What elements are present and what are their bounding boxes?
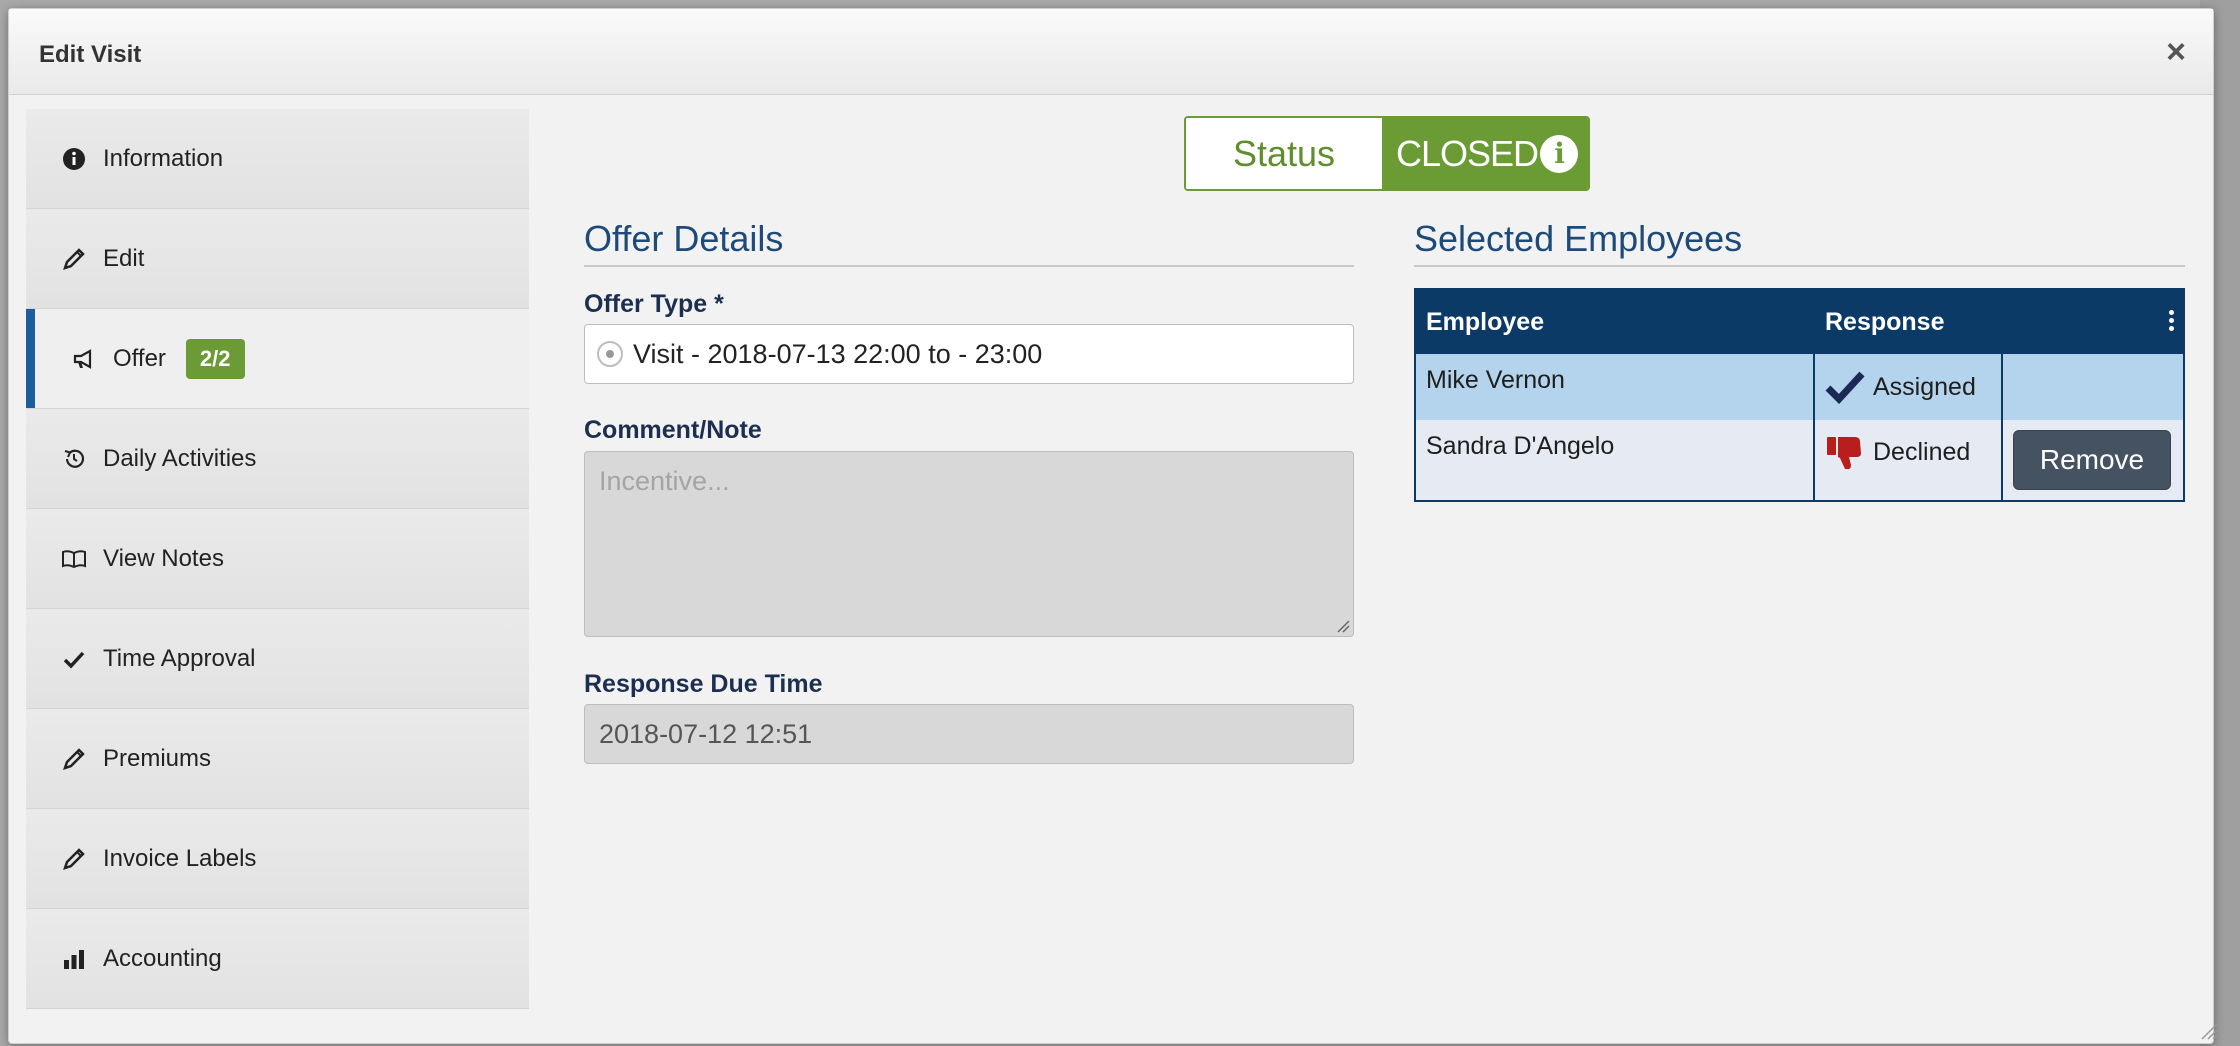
table-row[interactable]: Mike Vernon Assigned — [1416, 354, 2183, 420]
sidebar-item-label: Premiums — [103, 744, 212, 772]
sidebar-item-label: Daily Activities — [103, 444, 257, 472]
sidebar-item-label: Offer — [113, 344, 166, 372]
employee-name: Mike Vernon — [1416, 354, 1815, 420]
pencil-icon — [61, 746, 87, 772]
employees-table: Employee Response Mike Vernon Assigned S… — [1414, 288, 2185, 502]
history-icon — [61, 446, 87, 472]
sidebar-item-daily-activities[interactable]: Daily Activities — [26, 409, 529, 509]
sidebar-item-label: Invoice Labels — [103, 844, 257, 872]
comment-placeholder: Incentive... — [599, 466, 730, 496]
remove-button[interactable]: Remove — [2013, 430, 2171, 490]
megaphone-icon — [71, 346, 97, 372]
offer-type-field[interactable]: Visit - 2018-07-13 22:00 to - 23:00 — [584, 324, 1354, 384]
offer-type-value: Visit - 2018-07-13 22:00 to - 23:00 — [633, 338, 1043, 369]
info-circle-icon — [61, 146, 87, 172]
response-text: Assigned — [1873, 372, 1976, 401]
sidebar-item-view-notes[interactable]: View Notes — [26, 509, 529, 609]
sidebar-item-information[interactable]: Information — [26, 109, 529, 209]
sidebar-item-label: Edit — [103, 244, 145, 272]
sidebar-item-label: Information — [103, 144, 224, 172]
response-text: Declined — [1873, 438, 1971, 466]
sidebar-item-label: Time Approval — [103, 644, 256, 672]
sidebar-item-accounting[interactable]: Accounting — [26, 909, 529, 1009]
due-time-label: Response Due Time — [584, 670, 823, 698]
action-cell — [2003, 354, 2183, 420]
sidebar-item-edit[interactable]: Edit — [26, 209, 529, 309]
sidebar-item-label: View Notes — [103, 544, 224, 572]
comment-textarea[interactable]: Incentive... — [584, 451, 1354, 637]
close-button[interactable]: × — [2161, 35, 2191, 69]
resize-handle-icon[interactable] — [1336, 619, 1350, 633]
radio-icon[interactable] — [597, 341, 623, 367]
selected-employees-divider — [1414, 265, 2185, 267]
sidebar-item-premiums[interactable]: Premiums — [26, 709, 529, 809]
table-header: Employee Response — [1416, 290, 2183, 354]
due-time-field[interactable]: 2018-07-12 12:51 — [584, 704, 1354, 764]
employee-name: Sandra D'Angelo — [1416, 420, 1815, 500]
response-cell: Assigned — [1815, 354, 2003, 420]
action-cell: Remove — [2003, 420, 2183, 500]
column-menu[interactable] — [2003, 290, 2183, 354]
modal-header: Edit Visit × — [9, 9, 2213, 95]
column-header-employee[interactable]: Employee — [1416, 290, 1815, 354]
offer-details-title: Offer Details — [584, 218, 784, 259]
table-row[interactable]: Sandra D'Angelo Declined Remove — [1416, 420, 2183, 500]
status-label: Status — [1186, 118, 1382, 189]
column-header-response[interactable]: Response — [1815, 290, 2003, 354]
thumbs-down-icon — [1825, 434, 1865, 470]
sidebar-item-offer[interactable]: Offer 2/2 — [26, 309, 529, 409]
checkmark-icon — [61, 646, 87, 672]
kebab-menu-icon[interactable] — [2169, 310, 2175, 331]
status-indicator: Status CLOSED i — [1184, 116, 1590, 191]
checkmark-icon — [1825, 369, 1865, 405]
bar-chart-icon — [61, 946, 87, 972]
book-icon — [61, 546, 87, 572]
offer-count-badge: 2/2 — [185, 338, 245, 379]
offer-type-label: Offer Type * — [584, 290, 724, 318]
pencil-icon — [61, 246, 87, 272]
response-cell: Declined — [1815, 420, 2003, 500]
pencil-icon — [61, 846, 87, 872]
selected-employees-title: Selected Employees — [1414, 218, 1743, 259]
modal-title: Edit Visit — [39, 41, 142, 68]
status-value[interactable]: CLOSED i — [1382, 118, 1588, 189]
sidebar: Information Edit Offer 2/2 Daily Activit… — [26, 109, 529, 1009]
sidebar-item-label: Accounting — [103, 944, 222, 972]
modal-resize-handle-icon[interactable] — [2200, 1022, 2218, 1040]
status-value-text: CLOSED — [1396, 132, 1539, 174]
sidebar-item-invoice-labels[interactable]: Invoice Labels — [26, 809, 529, 909]
comment-label: Comment/Note — [584, 416, 762, 444]
offer-details-divider — [584, 265, 1354, 267]
info-circle-icon[interactable]: i — [1540, 134, 1579, 173]
sidebar-item-time-approval[interactable]: Time Approval — [26, 609, 529, 709]
